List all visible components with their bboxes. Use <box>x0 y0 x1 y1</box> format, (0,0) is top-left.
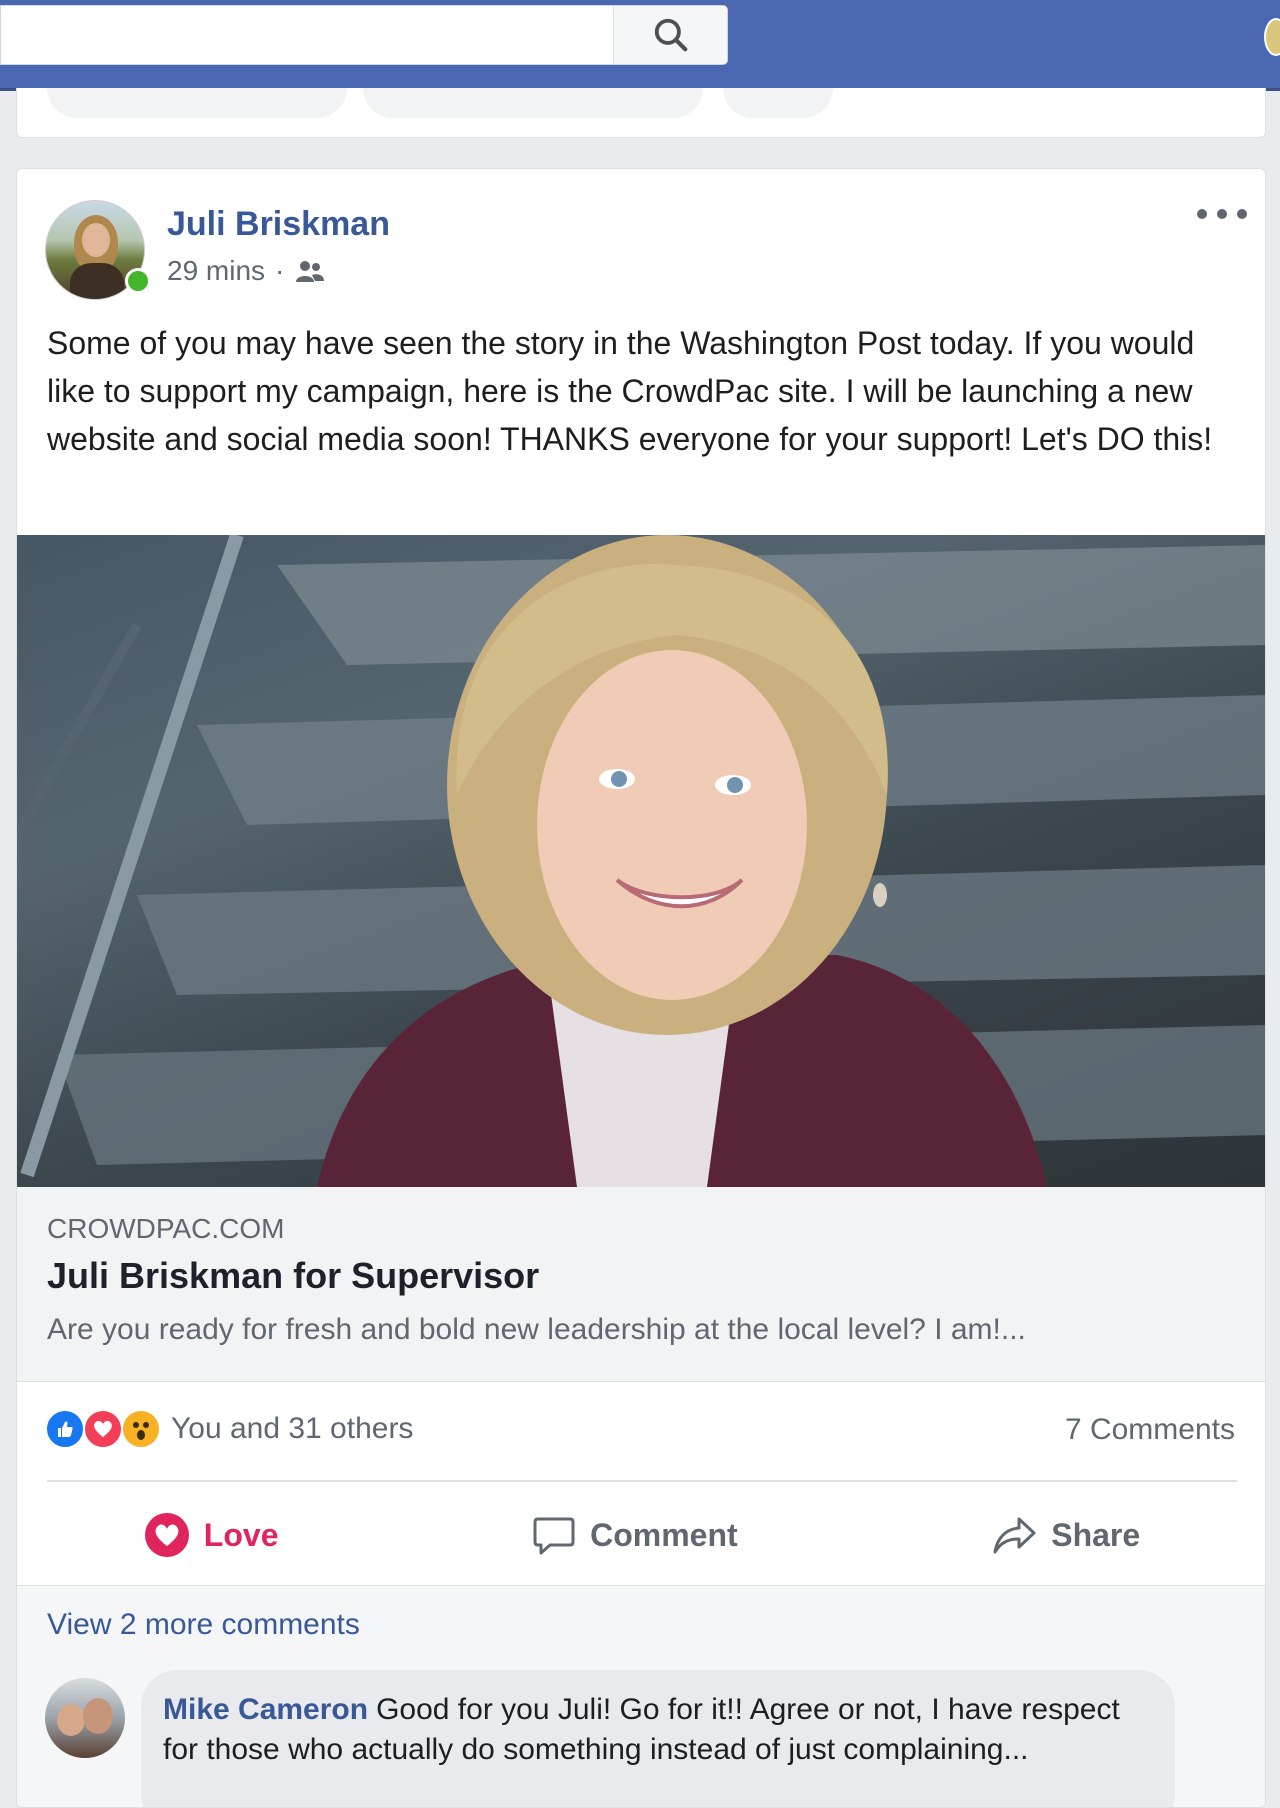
view-more-comments-link[interactable]: View 2 more comments <box>47 1608 360 1642</box>
composer-option-pill[interactable] <box>47 88 347 118</box>
love-icon <box>83 1409 123 1449</box>
comment-icon <box>533 1517 575 1555</box>
composer-option-pill[interactable] <box>363 88 703 118</box>
profile-avatar-edge[interactable] <box>1264 18 1280 56</box>
post-text: Some of you may have seen the story in t… <box>47 325 1213 457</box>
comment-label: Comment <box>590 1516 738 1553</box>
reaction-summary[interactable]: You and 31 others <box>45 1409 413 1449</box>
search-icon <box>654 18 687 52</box>
comment-count[interactable]: 7 Comments <box>1065 1413 1235 1447</box>
post-author[interactable]: Juli Briskman <box>167 205 390 244</box>
post-meta: 29 mins · <box>167 255 326 287</box>
post-card: Juli Briskman 29 mins · Some of you may … <box>16 168 1266 1808</box>
previous-post-card <box>16 88 1266 138</box>
link-preview[interactable]: CROWDPAC.COM Juli Briskman for Superviso… <box>17 1187 1265 1382</box>
comment-button[interactable]: Comment <box>532 1513 738 1557</box>
share-label: Share <box>1051 1516 1141 1553</box>
friends-audience-icon[interactable] <box>294 258 326 284</box>
commenter-avatar[interactable] <box>45 1678 125 1758</box>
love-reaction-icon <box>144 1513 189 1557</box>
search-box[interactable] <box>0 5 728 65</box>
comment-bubble: Mike Cameron Good for you Juli! Go for it… <box>141 1670 1175 1807</box>
portrait-image <box>17 535 1265 1187</box>
link-description: Are you ready for fresh and bold new lea… <box>47 1313 1026 1346</box>
search-button[interactable] <box>613 6 727 64</box>
share-button[interactable]: Share <box>991 1513 1140 1557</box>
online-status-dot <box>125 268 151 294</box>
link-title[interactable]: Juli Briskman for Supervisor <box>47 1255 539 1297</box>
comment-author[interactable]: Mike Cameron <box>163 1693 368 1726</box>
composer-option-pill[interactable] <box>723 88 833 118</box>
share-icon <box>993 1517 1036 1554</box>
post-photo[interactable] <box>17 535 1265 1187</box>
action-divider <box>47 1480 1237 1482</box>
search-input[interactable] <box>1 6 613 64</box>
top-navigation-bar <box>0 0 1280 91</box>
comments-section: View 2 more comments Mike Cameron Good fo… <box>17 1585 1265 1807</box>
love-label: Love <box>203 1516 279 1553</box>
post-options-icon[interactable] <box>1197 199 1247 229</box>
meta-separator: · <box>275 255 285 286</box>
wow-icon <box>121 1409 161 1449</box>
post-actions: Love Comment Share <box>17 1485 1265 1585</box>
link-domain: CROWDPAC.COM <box>47 1213 285 1244</box>
reaction-count-text[interactable]: You and 31 others <box>171 1412 413 1446</box>
like-icon <box>45 1409 85 1449</box>
post-time[interactable]: 29 mins <box>167 255 265 287</box>
love-button[interactable]: Love <box>144 1512 279 1558</box>
